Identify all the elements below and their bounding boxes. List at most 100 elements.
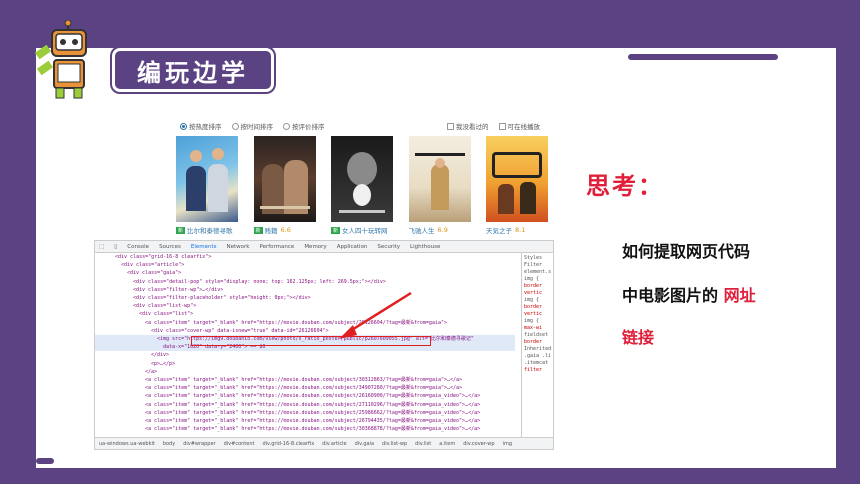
highlight-text: 网址 (723, 286, 756, 305)
style-prop: vertic (524, 290, 543, 296)
tab-network[interactable]: Network (226, 244, 249, 250)
movie-poster-list: 新比尔和泰德寻歌 新贱籍 6.6 新女人四十玩转网 飞驰人生 6.9 天気之子 … (176, 136, 548, 240)
style-rule: img { (524, 276, 540, 282)
filter-unseen-checkbox[interactable]: 我没看过的 (447, 121, 489, 131)
style-prop: border (524, 339, 543, 345)
radio-icon (231, 122, 239, 130)
devtools-tab-bar: ⬚ ▯ Console Sources Elements Network Per… (95, 241, 553, 253)
dom-node-line[interactable]: <div class="filter-wp">…</div> (95, 286, 515, 294)
robot-mascot-icon (34, 20, 87, 99)
movie-poster-image[interactable] (408, 136, 471, 222)
dom-node-line[interactable]: <a class="item" target="_blank" href="ht… (95, 384, 515, 392)
sort-option-rating[interactable]: 按评价排序 (283, 121, 325, 131)
dom-node-line[interactable]: <div class="cover-wp" data-isnew="true" … (95, 327, 515, 335)
movie-card[interactable]: 新女人四十玩转网 (331, 136, 393, 240)
sort-option-hot[interactable]: 按热度排序 (180, 121, 222, 131)
sort-bar: 按热度排序 按时间排序 按评价排序 我没看过的 可在线播放 (180, 120, 550, 132)
breadcrumb-item[interactable]: body (163, 441, 175, 447)
tab-memory[interactable]: Memory (304, 244, 326, 250)
style-rule: img { (524, 318, 540, 324)
sort-option-time[interactable]: 按时间排序 (231, 121, 273, 131)
styles-pane: Styles Filter element.s img { border ver… (521, 253, 554, 437)
style-prop: border (524, 304, 543, 310)
tab-lighthouse[interactable]: Lighthouse (410, 244, 440, 250)
dom-node-line[interactable]: </div> (95, 351, 515, 359)
checkbox-icon (447, 122, 454, 130)
dom-node-line[interactable]: <div class="grid-16-8 clearfix"> (95, 253, 515, 261)
filter-online-checkbox[interactable]: 可在线播放 (498, 121, 540, 131)
breadcrumb-item[interactable]: a.item (439, 441, 455, 447)
tab-application[interactable]: Application (337, 244, 368, 250)
breadcrumb-item[interactable]: div.list-wp (382, 441, 407, 447)
tab-sources[interactable]: Sources (159, 244, 181, 250)
breadcrumb-item[interactable]: div.article (322, 441, 346, 447)
breadcrumb-item[interactable]: div.list (415, 441, 431, 447)
tab-console[interactable]: Console (127, 244, 149, 250)
movie-title[interactable]: 比尔和泰德寻歌 (187, 225, 233, 235)
question-line-1: 如何提取网页代码 (622, 242, 751, 261)
device-toggle-icon[interactable]: ▯ (114, 244, 117, 250)
checkbox-icon (498, 122, 506, 130)
dom-node-line[interactable]: <div class="detail-pop" style="display: … (95, 278, 515, 286)
dom-node-line[interactable]: <a class="item" target="_blank" href="ht… (95, 319, 515, 327)
breadcrumb-item[interactable]: div.cover-wp (463, 441, 494, 447)
question-line-3: 链接 (622, 328, 655, 347)
radio-icon (180, 122, 187, 130)
inspect-icon[interactable]: ⬚ (99, 244, 104, 250)
title-banner: 编玩边学 (112, 48, 274, 92)
style-rule: element.s (524, 269, 552, 275)
style-prop: filter (524, 367, 543, 373)
dom-node-line[interactable]: <a class="item" target="_blank" href="ht… (95, 392, 515, 400)
breadcrumb-item[interactable]: div#wrapper (183, 441, 215, 447)
dom-node-line[interactable]: <a class="item" target="_blank" href="ht… (95, 401, 515, 409)
movie-card[interactable]: 新比尔和泰德寻歌 (176, 136, 238, 240)
browser-screenshot: 按热度排序 按时间排序 按评价排序 我没看过的 可在线播放 新比尔和泰德寻歌 新… (94, 114, 554, 450)
devtools-panel: ⬚ ▯ Console Sources Elements Network Per… (94, 240, 554, 450)
dom-node-line[interactable]: <a class="item" target="_blank" href="ht… (95, 425, 515, 433)
movie-card[interactable]: 新贱籍 6.6 (253, 136, 316, 240)
style-rule: img { (524, 297, 540, 303)
movie-title[interactable]: 飞驰人生 (409, 225, 435, 235)
movie-poster-image[interactable] (331, 136, 393, 222)
style-prop: border (524, 283, 543, 289)
style-section: Inherited (524, 346, 552, 352)
dom-node-line[interactable]: <div class="gaia"> (95, 269, 515, 277)
breadcrumb-item[interactable]: div.grid-16-8.clearfix (262, 441, 314, 447)
movie-card[interactable]: 天気之子 8.1 (486, 136, 548, 240)
dom-node-line[interactable]: <div class="list"> (95, 310, 515, 318)
breadcrumb-item[interactable]: div#content (224, 441, 255, 447)
movie-card[interactable]: 飞驰人生 6.9 (408, 136, 471, 240)
style-rule: .itemcat (524, 360, 549, 366)
movie-title[interactable]: 天気之子 (486, 225, 512, 235)
dom-node-line[interactable]: <p>…</p> (95, 360, 515, 368)
dom-node-line[interactable]: </a> (95, 368, 515, 376)
tab-elements[interactable]: Elements (191, 244, 217, 250)
dom-node-line[interactable]: <a class="item" target="_blank" href="ht… (95, 376, 515, 384)
tab-security[interactable]: Security (377, 244, 400, 250)
styles-filter[interactable]: Filter (524, 262, 552, 269)
movie-title[interactable]: 贱籍 (265, 225, 278, 235)
dom-node-line[interactable]: <a class="item" target="_blank" href="ht… (95, 417, 515, 425)
breadcrumb-item[interactable]: div.gaia (355, 441, 374, 447)
style-rule: fieldset (524, 332, 549, 338)
movie-poster-image[interactable] (253, 136, 316, 222)
movie-poster-image[interactable] (486, 136, 548, 222)
think-label: 思考： (586, 172, 664, 200)
styles-tab[interactable]: Styles (524, 255, 552, 262)
dom-node-line[interactable]: <a class="item" target="_blank" href="ht… (95, 409, 515, 417)
dom-node-line[interactable]: <div class="article"> (95, 261, 515, 269)
dom-node-line[interactable]: <div class="filter-placeholder" style="h… (95, 294, 515, 302)
style-prop: max-wi (524, 325, 543, 331)
dom-node-line[interactable]: <div class="list-wp"> (95, 302, 515, 310)
decorative-bar-bottom (36, 458, 54, 464)
breadcrumb-item[interactable]: img (503, 441, 512, 447)
style-rule: .gaia .li (524, 353, 552, 359)
breadcrumb-item[interactable]: ua-windows.ua-webkit (99, 441, 155, 447)
movie-title[interactable]: 女人四十玩转网 (342, 225, 388, 235)
question-line-2: 中电影图片的 网址 (622, 286, 756, 305)
tab-performance[interactable]: Performance (259, 244, 294, 250)
movie-poster-image[interactable] (176, 136, 238, 222)
radio-icon (283, 122, 290, 130)
red-arrow-icon (339, 291, 412, 339)
style-prop: vertic (524, 311, 543, 317)
